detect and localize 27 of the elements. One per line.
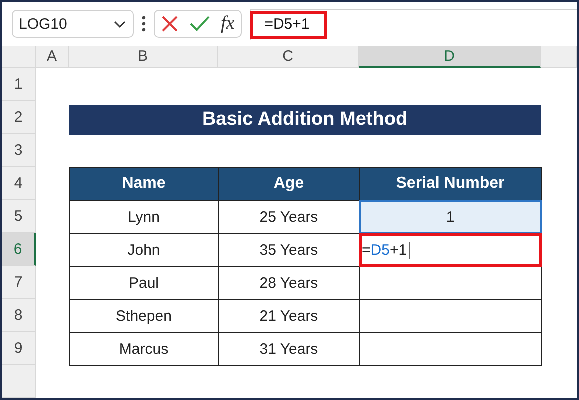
name-box[interactable]: LOG10	[12, 10, 134, 38]
formula-input[interactable]: =D5+1	[250, 10, 327, 38]
table-header: Age	[218, 167, 360, 201]
row-header[interactable]: 8	[2, 299, 36, 332]
row-header[interactable]: 3	[2, 134, 36, 167]
table-header: Name	[69, 167, 219, 201]
column-header[interactable]: C	[218, 46, 359, 68]
row-header[interactable]: 9	[2, 332, 36, 365]
row-header[interactable]: 2	[2, 101, 36, 134]
column-header[interactable]: D	[359, 46, 541, 68]
row-header[interactable]: 5	[2, 200, 36, 233]
dropdown-icon	[113, 19, 127, 29]
insert-function-button[interactable]: fx	[221, 13, 235, 35]
row-header[interactable]: 4	[2, 167, 36, 200]
more-icon[interactable]	[142, 16, 146, 32]
column-header[interactable]: B	[69, 46, 218, 68]
check-icon[interactable]	[189, 15, 211, 33]
column-header[interactable]: A	[36, 46, 69, 68]
row-header[interactable]: 1	[2, 68, 36, 101]
title-banner: Basic Addition Method	[69, 105, 541, 135]
cell-editor[interactable]: =D5+1	[359, 233, 542, 267]
table-header: Serial Number	[359, 167, 542, 201]
table-cell: 1	[359, 200, 542, 234]
row-header[interactable]: 7	[2, 266, 36, 299]
cancel-icon[interactable]	[161, 15, 179, 33]
row-header[interactable]: 6	[2, 233, 36, 266]
table-cell: Marcus	[69, 332, 219, 366]
